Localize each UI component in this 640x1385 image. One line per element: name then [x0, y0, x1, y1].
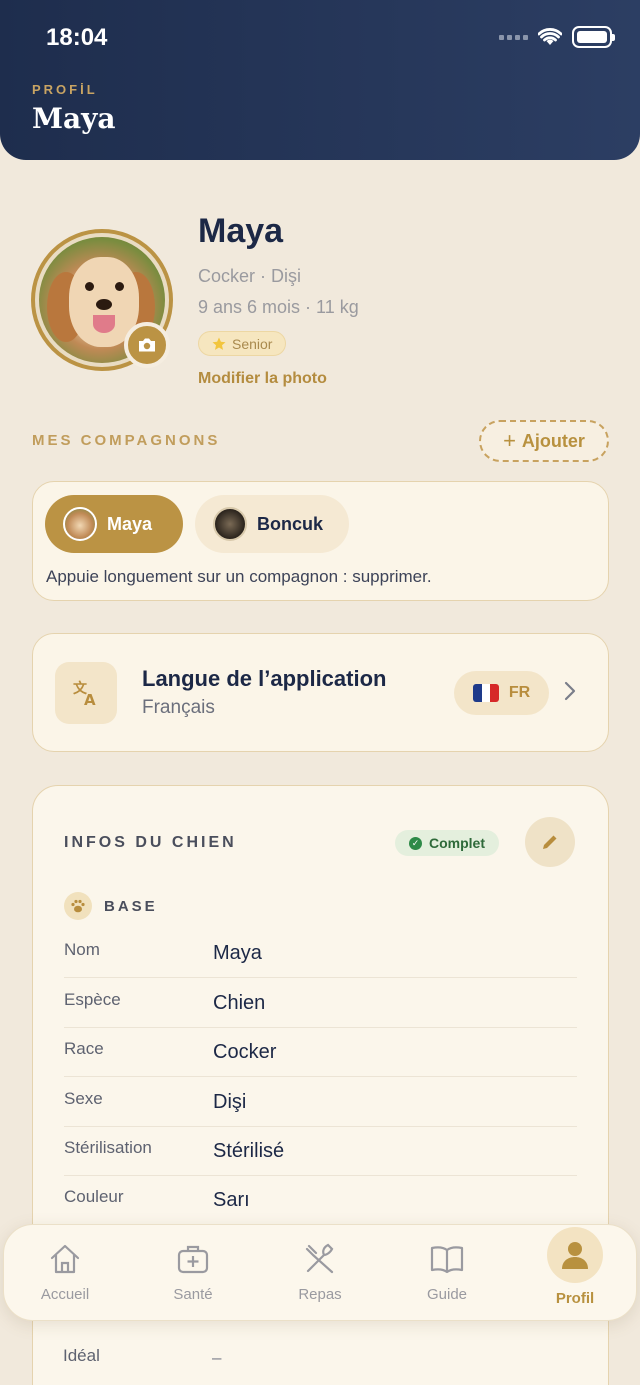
base-section-header: BASE	[64, 892, 158, 920]
tab-label: Accueil	[40, 1286, 90, 1303]
tab-guide[interactable]: Guide	[387, 1225, 507, 1322]
dog-name: Maya	[198, 212, 284, 250]
companion-chip-label: Boncuk	[257, 513, 324, 534]
info-row-ideal-label: Idéal	[63, 1346, 100, 1365]
language-current: Français	[142, 697, 215, 718]
tab-label: Santé	[173, 1286, 213, 1303]
companions-card: Maya Boncuk Appuie longuement sur un com…	[32, 481, 609, 601]
info-row-label: Race	[64, 1039, 104, 1058]
info-row-species: Espèce Chien	[64, 978, 577, 1028]
home-icon	[50, 1244, 80, 1274]
utensils-icon	[305, 1243, 334, 1274]
tab-sante[interactable]: Santé	[133, 1225, 253, 1322]
info-row-value: Chien	[213, 992, 266, 1014]
info-row-value: Cocker	[213, 1041, 277, 1063]
base-section-label: BASE	[104, 897, 158, 915]
info-row-value: Dişi	[213, 1091, 247, 1113]
companion-chip-boncuk[interactable]: Boncuk	[195, 495, 349, 553]
chevron-right-icon	[564, 681, 576, 701]
page-title: Maya	[32, 102, 116, 135]
info-row-value: Stérilisé	[213, 1140, 285, 1162]
dog-breed-sex: Cocker · Dişi	[198, 266, 302, 286]
info-row-color: Couleur Sarı	[64, 1175, 577, 1225]
senior-badge: Senior	[198, 331, 287, 356]
edit-info-button[interactable]	[525, 817, 575, 867]
info-row-value: Maya	[213, 942, 262, 964]
info-row-name: Nom Maya	[64, 928, 577, 978]
status-icons	[499, 26, 615, 48]
info-row-label: Sexe	[64, 1089, 103, 1108]
svg-text:A: A	[84, 691, 96, 708]
tab-label: Guide	[426, 1286, 468, 1303]
info-row-sex: Sexe Dişi	[64, 1077, 577, 1127]
status-badge-label: Complet	[429, 835, 485, 851]
companions-hint: Appuie longuement sur un compagnon : sup…	[46, 567, 432, 586]
camera-icon	[139, 338, 155, 352]
france-flag-icon	[472, 684, 499, 702]
book-icon	[430, 1246, 464, 1274]
medical-kit-icon	[177, 1245, 209, 1274]
star-icon	[212, 337, 226, 350]
tab-accueil[interactable]: Accueil	[5, 1225, 125, 1322]
companion-avatar	[63, 507, 97, 541]
info-row-sterilization: Stérilisation Stérilisé	[64, 1126, 577, 1176]
dog-age-weight: 9 ans 6 mois · 11 kg	[198, 297, 359, 317]
info-row-label: Couleur	[64, 1187, 124, 1206]
add-companion-label: Ajouter	[521, 430, 585, 451]
tab-label: Profil	[555, 1290, 595, 1307]
change-photo-button[interactable]	[124, 322, 170, 368]
cellular-signal-icon	[499, 34, 528, 40]
tab-repas[interactable]: Repas	[260, 1225, 380, 1322]
bottom-tab-bar: Accueil Santé Repas Guide Profil	[3, 1224, 637, 1321]
dog-info-title: INFOS DU CHIEN	[64, 834, 237, 851]
info-row-breed: Race Cocker	[64, 1027, 577, 1077]
info-row-label: Espèce	[64, 990, 121, 1009]
modify-photo-link[interactable]: Modifier la photo	[198, 370, 327, 388]
pencil-icon	[543, 835, 557, 849]
info-row-ideal-value: –	[212, 1348, 222, 1367]
info-row-label: Nom	[64, 940, 100, 959]
status-time: 18:04	[46, 24, 108, 51]
check-icon: ✓	[409, 836, 422, 850]
language-title: Langue de l’application	[142, 666, 387, 691]
companions-section-label: MES COMPAGNONS	[32, 432, 221, 449]
plus-icon: +	[503, 428, 516, 453]
user-icon	[562, 1242, 588, 1269]
paw-icon	[64, 892, 92, 920]
companion-chip-label: Maya	[107, 513, 153, 534]
companion-avatar	[213, 507, 247, 541]
status-badge: ✓ Complet	[395, 830, 499, 856]
translate-icon: 文 A	[55, 662, 117, 724]
tab-profil[interactable]: Profil	[515, 1225, 635, 1322]
senior-badge-label: Senior	[232, 335, 273, 352]
language-badge: FR	[454, 671, 549, 715]
app-header: 18:04 PROFİL Maya	[0, 0, 640, 160]
header-eyebrow: PROFİL	[32, 82, 98, 97]
add-companion-button[interactable]: + Ajouter	[479, 420, 609, 462]
info-row-label: Stérilisation	[64, 1138, 152, 1157]
wifi-icon	[538, 28, 562, 45]
language-code: FR	[508, 684, 531, 701]
companion-chip-maya[interactable]: Maya	[45, 495, 183, 553]
battery-icon	[572, 26, 615, 48]
info-row-value: Sarı	[213, 1189, 250, 1211]
tab-label: Repas	[298, 1286, 342, 1303]
language-setting-row[interactable]: 文 A Langue de l’application Français FR	[32, 633, 609, 752]
